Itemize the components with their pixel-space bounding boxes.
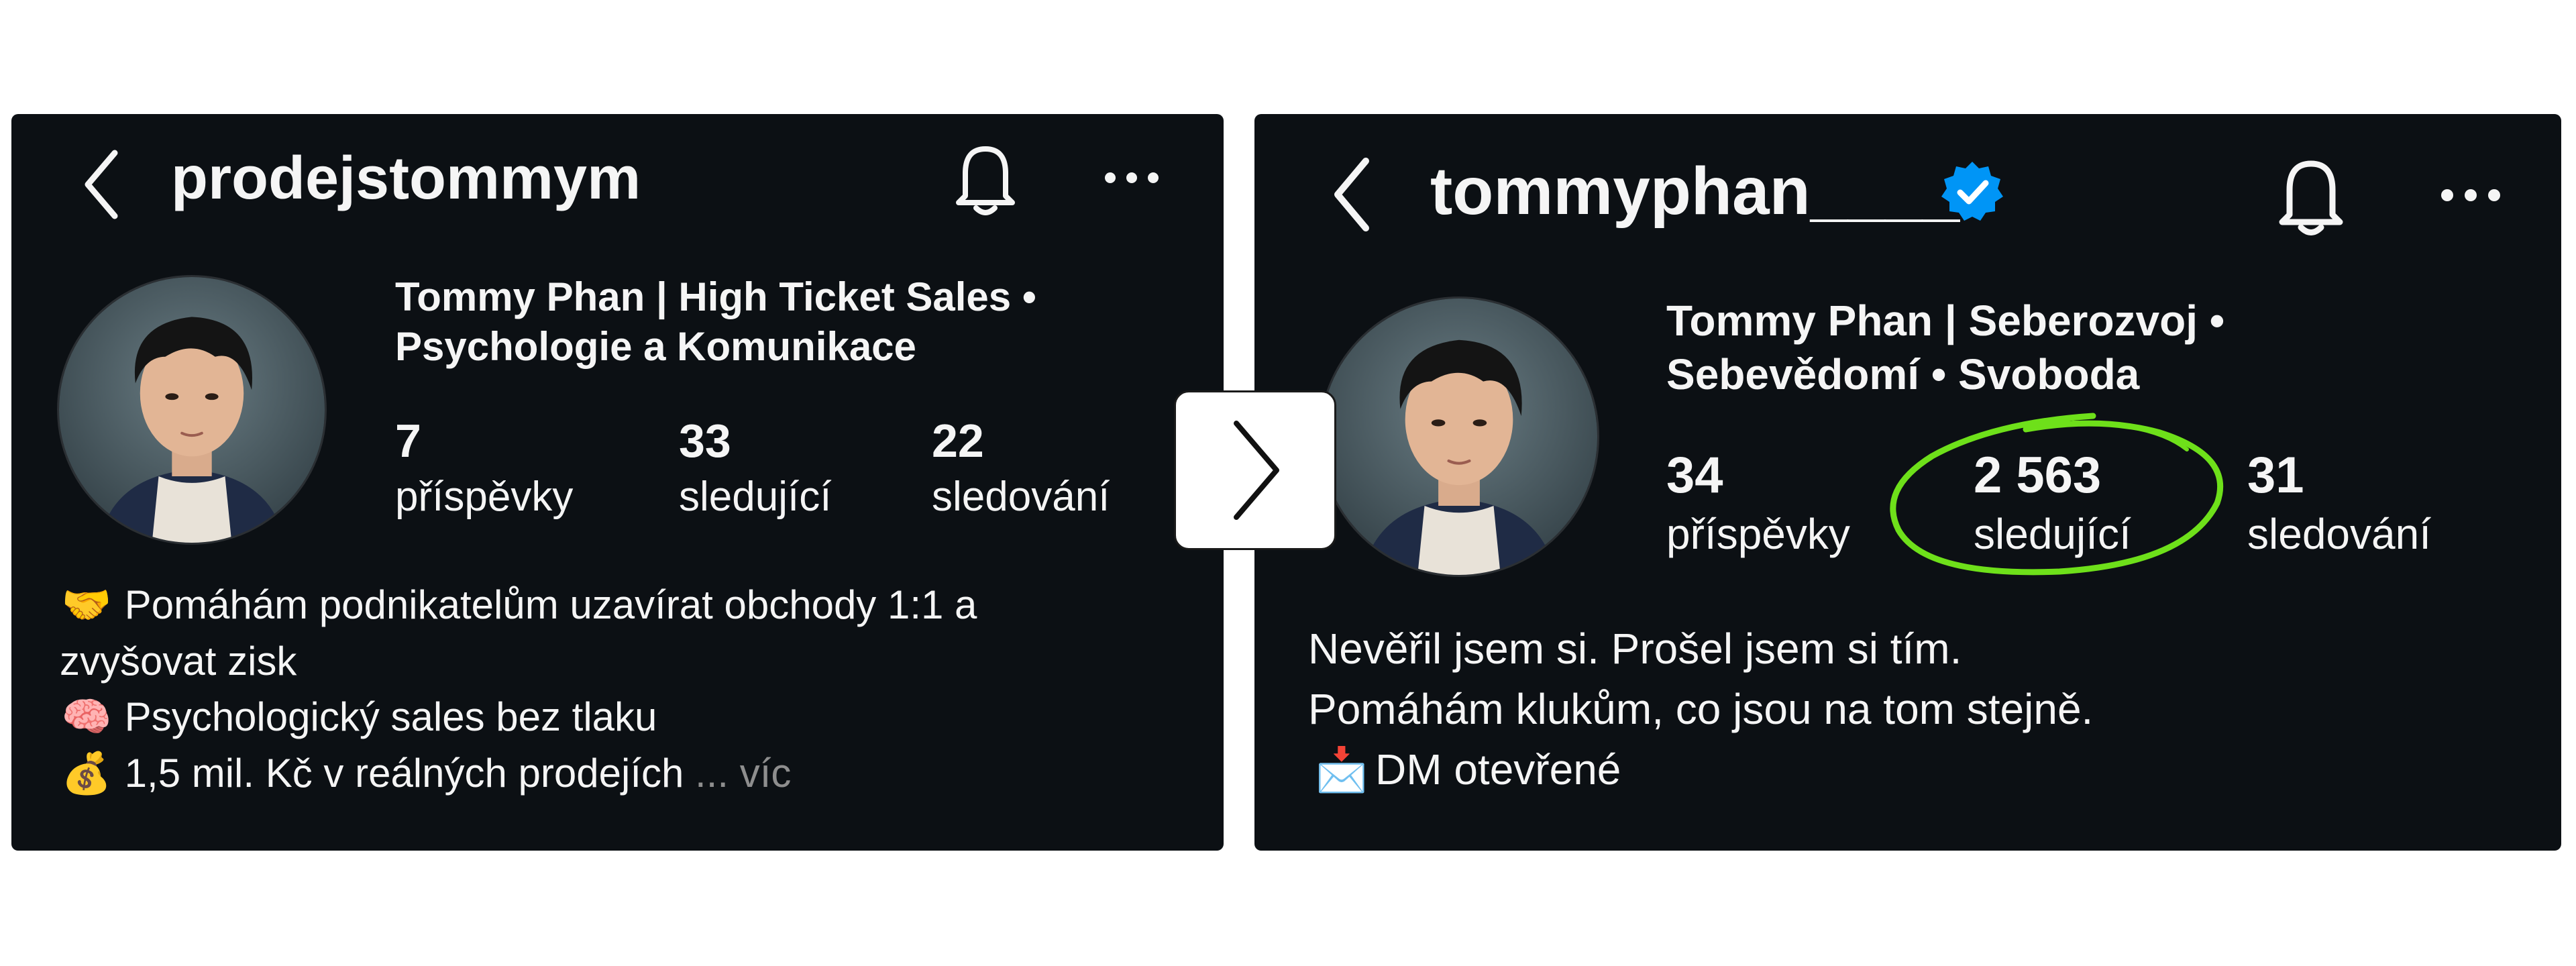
display-name-line-2: Psychologie a Komunikace [395, 324, 916, 369]
stat-label: příspěvky [395, 474, 574, 520]
display-name-line-1: Tommy Phan | High Ticket Sales • [395, 274, 1036, 319]
handshake-icon: 🤝 [61, 582, 112, 629]
back-button[interactable] [1322, 148, 1382, 241]
stat-label: sledování [932, 474, 1110, 520]
stat-followers[interactable]: 33 sledující [679, 413, 831, 525]
display-name-line-1: Tommy Phan | Seberozvoj • [1666, 297, 2225, 345]
bio-line: 🤝 Pomáhám podnikatelům uzavírat obchody … [60, 577, 977, 633]
avatar[interactable] [1319, 297, 1599, 577]
bio-text: 1,5 mil. Kč v reálných prodejích [124, 751, 684, 796]
stat-label: příspěvky [1666, 510, 1850, 558]
more-options-button[interactable] [1098, 161, 1165, 195]
bio-line: 📩 DM otevřené [1308, 739, 2093, 800]
next-button[interactable] [1174, 390, 1336, 550]
bell-icon [956, 146, 1015, 215]
brain-icon: 🧠 [61, 694, 112, 741]
bio-line: 💰 1,5 mil. Kč v reálných prodejích ... v… [60, 745, 977, 802]
profile-username: tommyphan____ [1430, 154, 1960, 229]
stat-value: 7 [395, 415, 421, 467]
chevron-right-icon [1234, 421, 1279, 520]
display-name: Tommy Phan | Seberozvoj • Sebevědomí • S… [1666, 294, 2224, 401]
highlight-circle [1890, 413, 2224, 576]
profile-photo [1321, 299, 1597, 575]
profile-bio: 🤝 Pomáhám podnikatelům uzavírat obchody … [60, 577, 977, 802]
verified-badge-icon [1941, 162, 2003, 221]
bio-line: zvyšovat zisk [60, 639, 297, 684]
stat-label: sledování [2247, 510, 2431, 558]
money-bag-icon: 💰 [61, 750, 112, 797]
stat-value: 22 [932, 415, 984, 467]
bio-text: DM otevřené [1375, 745, 1621, 794]
stat-posts[interactable]: 34 příspěvky [1666, 445, 1850, 562]
bio-line: Pomáhám klukům, co jsou na tom stejně. [1308, 685, 2094, 733]
avatar[interactable] [57, 275, 327, 545]
more-horizontal-icon [2441, 189, 2500, 201]
bio-line: Nevěřil jsem si. Prošel jsem si tím. [1308, 625, 1962, 673]
notifications-button[interactable] [945, 134, 1026, 221]
display-name-line-2: Sebevědomí • Svoboda [1666, 350, 2140, 398]
profile-panel-after: tommyphan____ Tommy Phan | Seberozvoj • … [1254, 114, 2561, 851]
verified-badge [1939, 158, 2006, 225]
profile-panel-before: prodejstommym Tommy Phan | High Ticket S… [11, 114, 1224, 851]
bio-text: Pomáhám podnikatelům uzavírat obchody 1:… [124, 582, 977, 627]
more-horizontal-icon [1105, 172, 1159, 183]
stat-following[interactable]: 31 sledování [2247, 445, 2431, 562]
notifications-button[interactable] [2267, 148, 2355, 241]
profile-username: prodejstommym [171, 145, 641, 212]
bio-text: Psychologický sales bez tlaku [124, 694, 657, 739]
display-name: Tommy Phan | High Ticket Sales • Psychol… [395, 272, 1036, 372]
profile-bio: Nevěřil jsem si. Prošel jsem si tím. Pom… [1308, 619, 2093, 800]
envelope-arrow-icon: 📩 [1315, 745, 1368, 795]
stat-label: sledující [679, 474, 832, 520]
bio-more-link[interactable]: ... víc [695, 751, 791, 796]
profile-photo [59, 277, 325, 543]
stat-value: 31 [2247, 447, 2304, 504]
more-options-button[interactable] [2434, 176, 2508, 214]
chevron-left-icon [85, 150, 118, 219]
bio-line: 🧠 Psychologický sales bez tlaku [60, 689, 977, 745]
comparison-stage: prodejstommym Tommy Phan | High Ticket S… [0, 0, 2576, 966]
stat-posts[interactable]: 7 příspěvky [395, 413, 573, 525]
back-button[interactable] [73, 141, 131, 228]
chevron-left-icon [1334, 158, 1369, 231]
bell-icon [2279, 160, 2343, 235]
stat-following[interactable]: 22 sledování [932, 413, 1110, 525]
stat-value: 33 [679, 415, 731, 467]
stat-value: 34 [1666, 447, 1723, 504]
